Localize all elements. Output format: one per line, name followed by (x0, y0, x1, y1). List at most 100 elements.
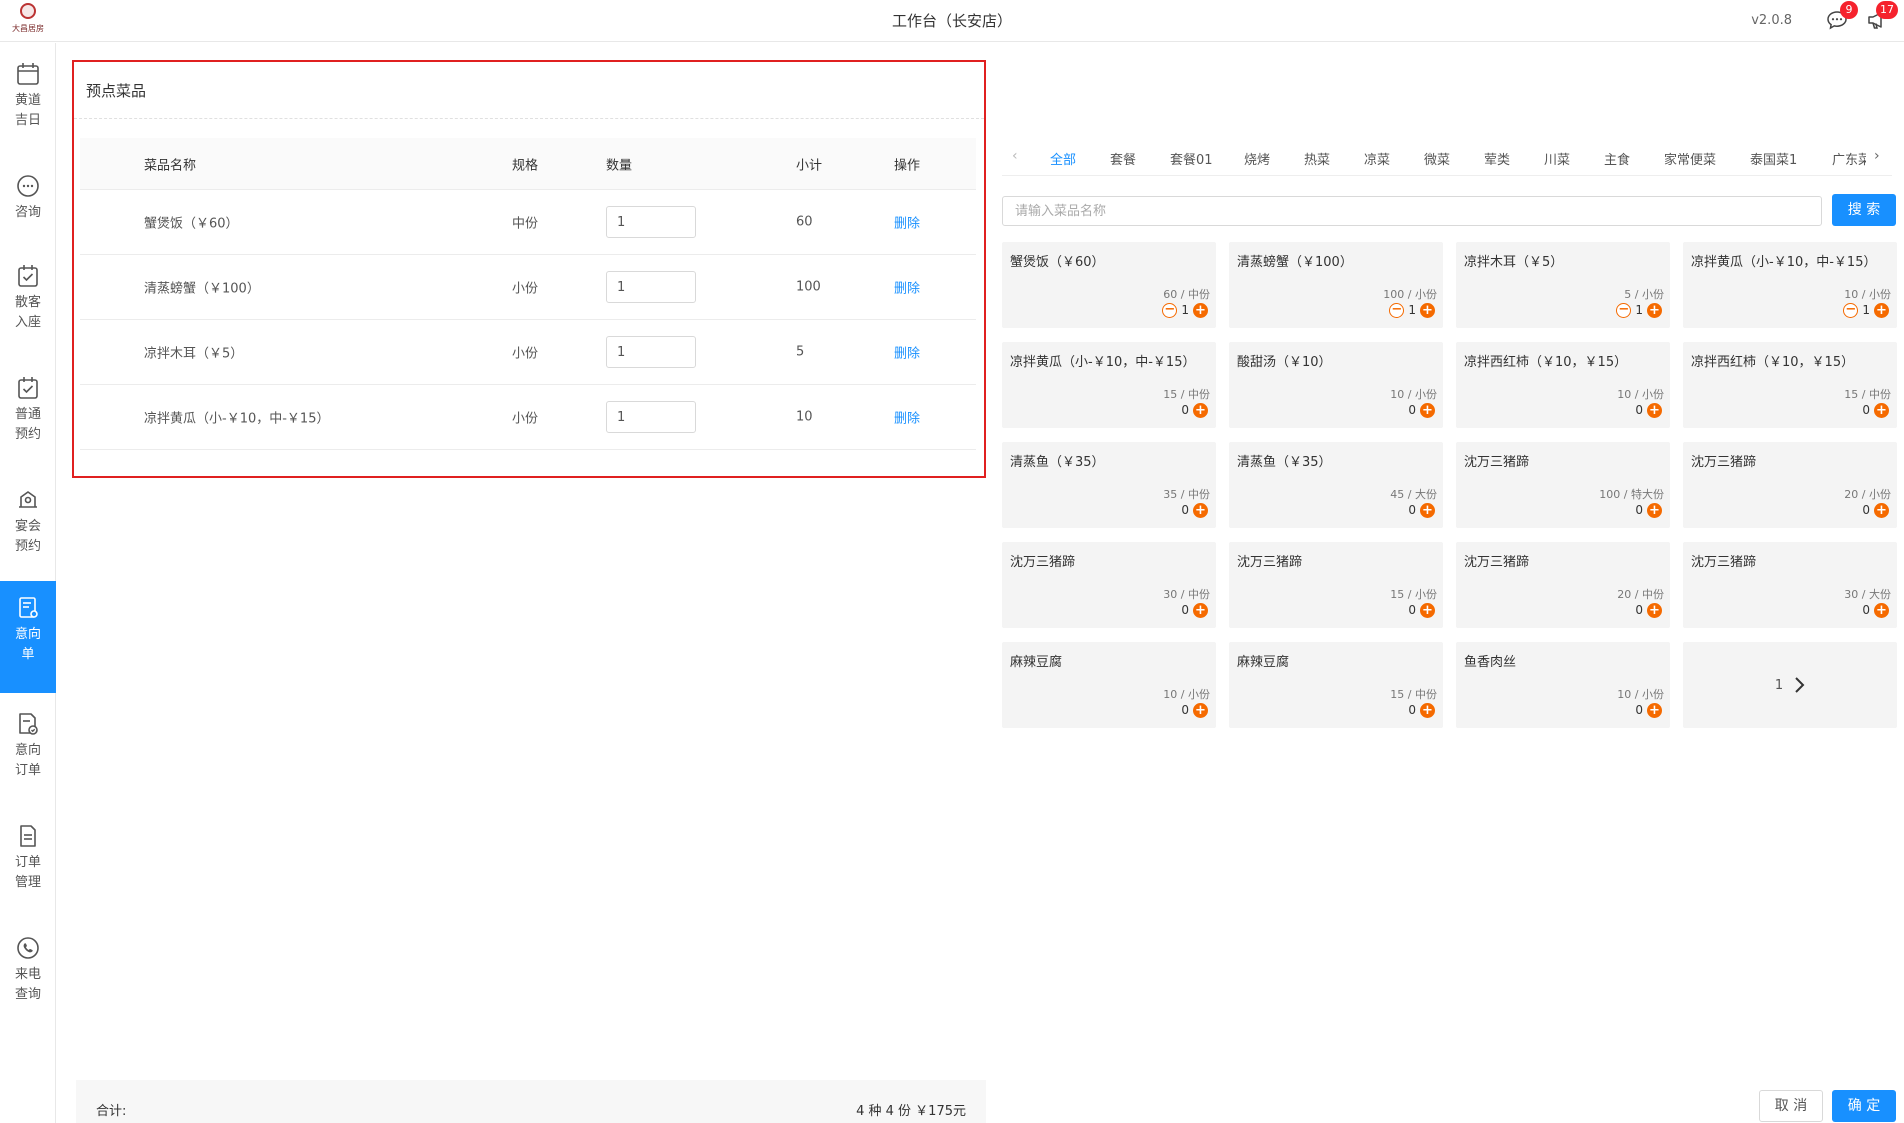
plus-icon[interactable]: + (1874, 602, 1889, 618)
dish-card[interactable]: 麻辣豆腐 10 / 小份 0 + (1002, 642, 1216, 728)
tab-category[interactable]: 广东菜 (1832, 149, 1866, 168)
sidebar-item-intent[interactable]: 意向单 (0, 581, 56, 693)
tab-category[interactable]: 烧烤 (1244, 149, 1270, 168)
dish-card[interactable]: 清蒸鱼（￥35） 45 / 大份 0 + (1229, 442, 1443, 528)
plus-icon[interactable]: + (1193, 702, 1208, 718)
dish-card-name: 蟹煲饭（￥60） (1010, 255, 1105, 270)
dish-search-input[interactable] (1002, 196, 1822, 226)
plus-icon[interactable]: + (1647, 502, 1662, 518)
chevron-left-icon[interactable]: ‹ (1012, 148, 1018, 164)
dish-card[interactable]: 清蒸螃蟹（￥100） 100 / 小份 − 1 + (1229, 242, 1443, 328)
minus-icon[interactable]: − (1389, 302, 1405, 318)
tab-category[interactable]: 泰国菜1 (1750, 149, 1797, 168)
dish-card-quantity: − 1 + (1162, 302, 1208, 318)
sidebar-item-normal-booking[interactable]: 普通预约 (0, 375, 56, 445)
tab-category[interactable]: 微菜 (1424, 149, 1450, 168)
dish-card[interactable]: 凉拌黄瓜（小-￥10，中-￥15） 10 / 小份 − 1 + (1683, 242, 1897, 328)
dish-card[interactable]: 清蒸鱼（￥35） 35 / 中份 0 + (1002, 442, 1216, 528)
tab-category[interactable]: 川菜 (1544, 149, 1570, 168)
sidebar-item-order-management[interactable]: 订单管理 (0, 823, 56, 893)
dish-subtotal: 60 (796, 214, 813, 230)
dish-card-count: 0 (1862, 603, 1870, 617)
sidebar-item-label: 咨询 (14, 205, 41, 220)
messages-button[interactable]: 9 (1826, 1, 1858, 30)
plus-icon[interactable]: + (1193, 502, 1208, 518)
dish-card[interactable]: 凉拌木耳（￥5） 5 / 小份 − 1 + (1456, 242, 1670, 328)
dish-card[interactable]: 沈万三猪蹄 15 / 小份 0 + (1229, 542, 1443, 628)
delete-link[interactable]: 删除 (894, 213, 920, 232)
dish-card[interactable]: 沈万三猪蹄 30 / 大份 0 + (1683, 542, 1897, 628)
quantity-input[interactable] (606, 336, 696, 368)
dish-card[interactable]: 凉拌西红柿（￥10，￥15） 10 / 小份 0 + (1456, 342, 1670, 428)
preorder-table: 菜品名称 规格 数量 小计 操作 蟹煲饭（￥60） 中份 60 删除 清蒸螃蟹（… (80, 138, 976, 450)
minus-icon[interactable]: − (1162, 302, 1178, 318)
minus-icon[interactable]: − (1616, 302, 1632, 318)
column-header-name: 菜品名称 (144, 158, 197, 173)
dish-card-spec: 30 / 大份 (1844, 588, 1891, 601)
banquet-icon (19, 491, 37, 508)
tab-category[interactable]: 套餐 (1110, 149, 1136, 168)
plus-icon[interactable]: + (1874, 302, 1889, 318)
plus-icon[interactable]: + (1193, 302, 1208, 318)
dish-card[interactable]: 沈万三猪蹄 30 / 中份 0 + (1002, 542, 1216, 628)
chevron-right-icon[interactable] (1793, 676, 1805, 694)
plus-icon[interactable]: + (1420, 302, 1435, 318)
dish-card[interactable]: 沈万三猪蹄 20 / 中份 0 + (1456, 542, 1670, 628)
tab-category[interactable]: 热菜 (1304, 149, 1330, 168)
search-button[interactable]: 搜 索 (1832, 194, 1896, 226)
dish-spec: 小份 (512, 346, 539, 362)
sidebar-item-call-lookup[interactable]: 来电查询 (0, 935, 56, 1005)
dish-card[interactable]: 凉拌西红柿（￥10，￥15） 15 / 中份 0 + (1683, 342, 1897, 428)
column-header-subtotal: 小计 (796, 158, 823, 173)
minus-icon[interactable]: − (1843, 302, 1859, 318)
delete-link[interactable]: 删除 (894, 278, 920, 297)
page-number[interactable]: 1 (1775, 678, 1783, 693)
preorder-panel: 预点菜品 菜品名称 规格 数量 小计 操作 蟹煲饭（￥60） 中份 60 删除 … (72, 60, 986, 478)
dish-card-name: 麻辣豆腐 (1010, 655, 1063, 670)
plus-icon[interactable]: + (1420, 702, 1435, 718)
dish-card-name: 鱼香肉丝 (1464, 655, 1517, 670)
sidebar-item-calendar[interactable]: 黄道吉日 (0, 61, 56, 131)
sidebar-item-banquet[interactable]: 宴会预约 (0, 487, 56, 557)
plus-icon[interactable]: + (1647, 702, 1662, 718)
delete-link[interactable]: 删除 (894, 343, 920, 362)
tab-category[interactable]: 主食 (1604, 149, 1630, 168)
quantity-input[interactable] (606, 206, 696, 238)
sidebar-item-label: 黄道吉日 (14, 93, 41, 128)
sidebar-item-intent-order[interactable]: 意向订单 (0, 711, 56, 781)
tab-category[interactable]: 凉菜 (1364, 149, 1390, 168)
dish-card[interactable]: 酸甜汤（￥10） 10 / 小份 0 + (1229, 342, 1443, 428)
tab-category[interactable]: 家常便菜 (1664, 149, 1716, 168)
dish-card[interactable]: 蟹煲饭（￥60） 60 / 中份 − 1 + (1002, 242, 1216, 328)
plus-icon[interactable]: + (1420, 402, 1435, 418)
plus-icon[interactable]: + (1874, 402, 1889, 418)
chevron-right-icon[interactable]: › (1874, 148, 1880, 164)
dish-card[interactable]: 沈万三猪蹄 20 / 小份 0 + (1683, 442, 1897, 528)
plus-icon[interactable]: + (1420, 502, 1435, 518)
delete-link[interactable]: 删除 (894, 408, 920, 427)
dish-card[interactable]: 凉拌黄瓜（小-￥10，中-￥15） 15 / 中份 0 + (1002, 342, 1216, 428)
confirm-button[interactable]: 确 定 (1832, 1090, 1896, 1122)
plus-icon[interactable]: + (1193, 402, 1208, 418)
tab-category[interactable]: 荤类 (1484, 149, 1510, 168)
sidebar-item-label: 宴会预约 (14, 519, 41, 554)
plus-icon[interactable]: + (1193, 602, 1208, 618)
plus-icon[interactable]: + (1420, 602, 1435, 618)
quantity-input[interactable] (606, 401, 696, 433)
quantity-input[interactable] (606, 271, 696, 303)
tab-category[interactable]: 套餐01 (1170, 149, 1213, 168)
sidebar-item-consult[interactable]: 咨询 (0, 173, 56, 223)
dish-card[interactable]: 鱼香肉丝 10 / 小份 0 + (1456, 642, 1670, 728)
tab-category[interactable]: 全部 (1050, 149, 1076, 168)
plus-icon[interactable]: + (1647, 302, 1662, 318)
column-header-qty: 数量 (606, 158, 633, 173)
dish-card[interactable]: 沈万三猪蹄 100 / 特大份 0 + (1456, 442, 1670, 528)
plus-icon[interactable]: + (1647, 602, 1662, 618)
plus-icon[interactable]: + (1874, 502, 1889, 518)
cancel-button[interactable]: 取 消 (1759, 1090, 1823, 1122)
dish-card[interactable]: 麻辣豆腐 15 / 中份 0 + (1229, 642, 1443, 728)
dish-spec: 小份 (512, 411, 539, 427)
plus-icon[interactable]: + (1647, 402, 1662, 418)
sidebar-item-walkin[interactable]: 散客入座 (0, 263, 56, 333)
notifications-button[interactable]: 17 (1866, 1, 1898, 30)
